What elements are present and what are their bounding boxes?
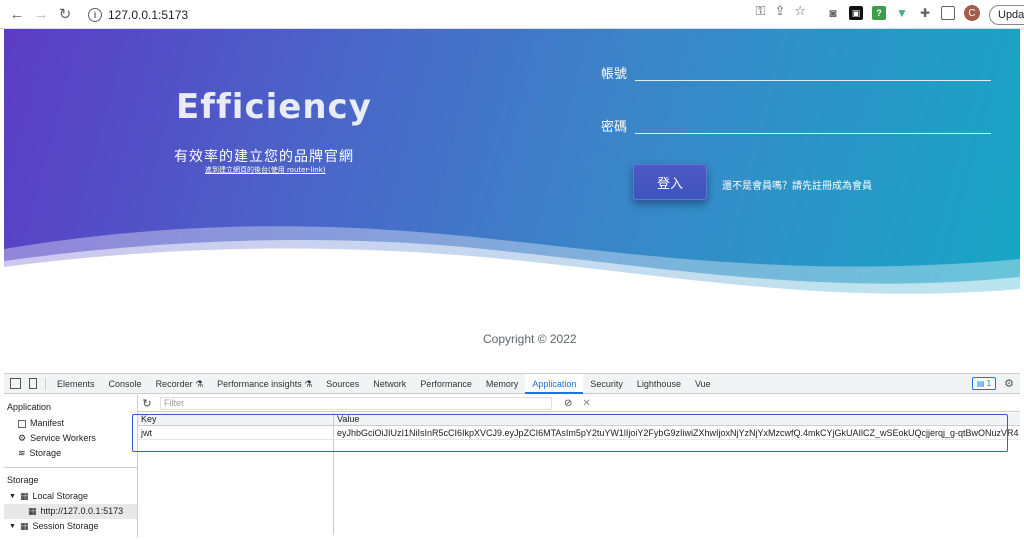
puzzle-icon[interactable]: ✚	[918, 6, 932, 20]
browser-toolbar: ← → ↻ i 127.0.0.1:5173 ⚿ ⇪ ☆ ◙ ▣ ? ▼ ✚ C…	[0, 0, 1024, 29]
sidebar-item-session-storage[interactable]: ▼ ▦ Session Storage	[4, 519, 137, 534]
camera-icon[interactable]: ◙	[826, 6, 840, 20]
tab-console[interactable]: Console	[102, 374, 149, 394]
tab-lighthouse[interactable]: Lighthouse	[630, 374, 688, 394]
devtools-panel: Elements Console Recorder ⚗ Performance …	[4, 373, 1020, 537]
username-input[interactable]	[635, 63, 991, 81]
copyright-text: Copyright © 2022	[483, 332, 577, 346]
gear-icon[interactable]: ⚙	[1004, 377, 1014, 390]
delete-selected-icon[interactable]: ✕	[582, 398, 590, 409]
grid-icon: ▦	[28, 506, 37, 516]
sidebar-item-local-origin[interactable]: ▦ http://127.0.0.1:5173	[4, 504, 137, 519]
key-icon[interactable]: ⚿	[756, 3, 766, 19]
tab-vue[interactable]: Vue	[688, 374, 718, 394]
site-info-icon[interactable]: i	[88, 7, 102, 22]
grid-icon: ▦	[19, 491, 29, 501]
message-count: 1	[986, 379, 992, 388]
url-text: 127.0.0.1:5173	[108, 7, 189, 22]
vue-devtools-icon[interactable]: ▼	[895, 6, 909, 20]
sidebar-heading-storage: Storage	[7, 475, 39, 485]
table-empty-area	[138, 440, 1020, 535]
password-label: 密碼	[601, 120, 628, 135]
login-button[interactable]: 登入	[633, 164, 707, 200]
database-icon: ≋	[18, 448, 26, 458]
username-label: 帳號	[601, 67, 628, 82]
register-link[interactable]: 還不是會員嗎？請先註冊成為會員	[722, 177, 872, 192]
password-input[interactable]	[635, 116, 991, 134]
update-button[interactable]: Upda	[989, 5, 1024, 25]
tab-application[interactable]: Application	[525, 373, 584, 394]
forward-icon[interactable]: →	[30, 3, 52, 25]
highlight-box	[132, 414, 1008, 452]
tab-recorder[interactable]: Recorder ⚗	[149, 374, 211, 394]
sidebar-heading-application: Application	[7, 402, 52, 412]
messages-badge[interactable]: ▤ 1	[971, 377, 997, 390]
omnibox-actions: ⚿ ⇪ ☆	[756, 3, 806, 19]
tab-security[interactable]: Security	[583, 374, 630, 394]
tab-network[interactable]: Network	[366, 374, 413, 394]
tab-sources[interactable]: Sources	[319, 374, 366, 394]
sidebar-item-service-workers[interactable]: ⚙ Service Workers	[4, 431, 137, 446]
reload-icon[interactable]: ↻	[54, 3, 76, 25]
chevron-down-icon[interactable]: ▼	[9, 489, 16, 504]
tab-elements[interactable]: Elements	[50, 374, 102, 394]
application-sidebar: Application Manifest ⚙ Service Workers ≋…	[4, 395, 138, 537]
filter-input[interactable]: Filter	[160, 396, 552, 410]
sidebar-item-manifest[interactable]: Manifest	[4, 416, 137, 431]
sidebar-item-storage[interactable]: ≋ Storage	[4, 446, 137, 461]
extension-help-icon[interactable]: ?	[872, 6, 886, 20]
avatar[interactable]: C	[964, 5, 980, 21]
chevron-down-icon[interactable]: ▼	[9, 519, 16, 534]
clear-all-icon[interactable]: ⊘	[564, 398, 572, 409]
share-icon[interactable]: ⇪	[774, 3, 785, 19]
device-toolbar-icon[interactable]	[29, 378, 37, 389]
extension-dark-icon[interactable]: ▣	[849, 6, 863, 20]
inspect-element-icon[interactable]	[10, 378, 21, 389]
star-icon[interactable]: ☆	[794, 3, 806, 19]
side-panel-icon[interactable]	[941, 6, 955, 20]
refresh-icon[interactable]: ↻	[138, 397, 156, 410]
devtools-tabbar: Elements Console Recorder ⚗ Performance …	[4, 373, 1020, 394]
sidebar-item-local-storage[interactable]: ▼ ▦ Local Storage	[4, 489, 137, 504]
address-bar[interactable]: i 127.0.0.1:5173	[80, 3, 820, 26]
brand-tagline: 有效率的建立您的品牌官網	[174, 149, 354, 165]
tab-performance[interactable]: Performance	[413, 374, 479, 394]
wave-decoration	[4, 226, 1020, 309]
tab-performance-insights[interactable]: Performance insights ⚗	[210, 374, 319, 394]
dashboard-link[interactable]: 進到建立網頁的後台(使用 router-link)	[205, 165, 326, 175]
extensions-row: ◙ ▣ ? ▼ ✚ C	[826, 5, 980, 21]
document-icon	[18, 419, 26, 428]
gear-icon: ⚙	[18, 433, 27, 443]
hero-banner: Efficiency 有效率的建立您的品牌官網 進到建立網頁的後台(使用 rou…	[4, 29, 1020, 309]
tab-memory[interactable]: Memory	[479, 374, 526, 394]
storage-toolbar: ↻ Filter ⊘ ✕	[138, 395, 1020, 412]
back-icon[interactable]: ←	[6, 3, 28, 25]
brand-title: Efficiency	[176, 87, 372, 127]
grid-icon: ▦	[19, 521, 29, 531]
